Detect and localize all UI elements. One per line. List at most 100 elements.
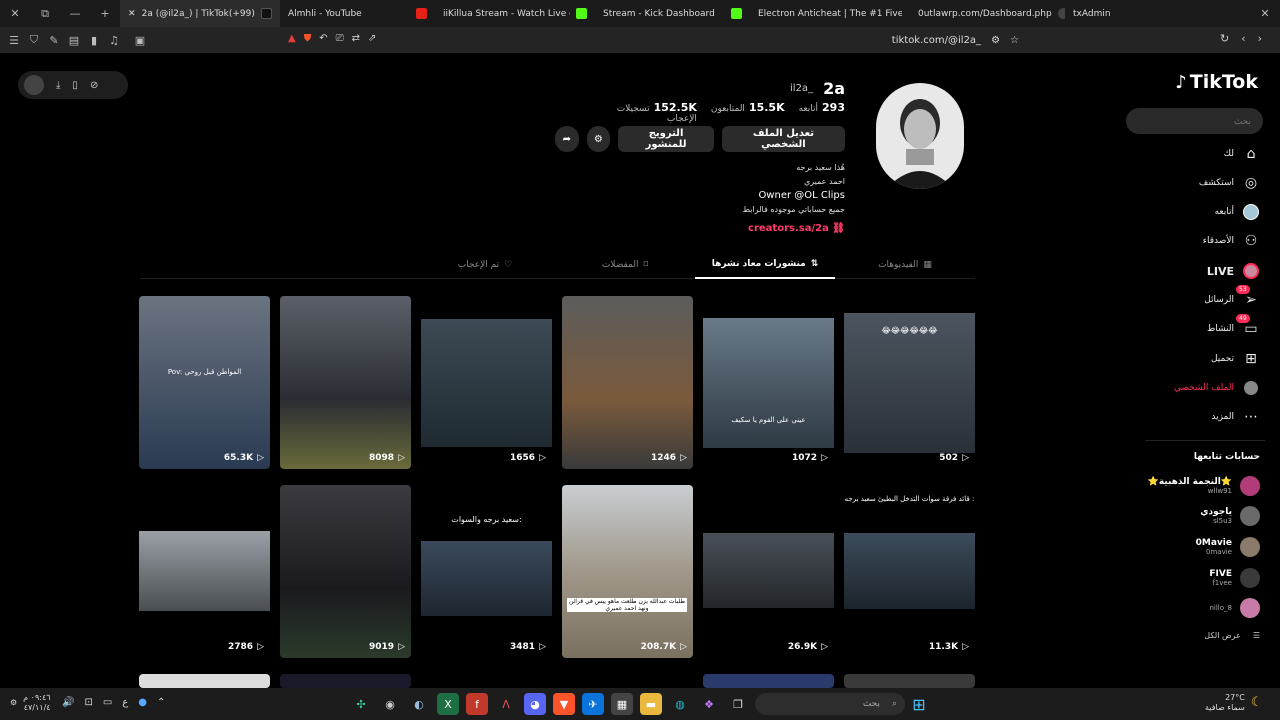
address-bar[interactable]: tiktok.com/@il2a_ ⚙ ☆ bbox=[282, 30, 1027, 50]
volume-icon[interactable]: 🔊 bbox=[62, 697, 74, 708]
tab-electron-anticheat[interactable]: Electron Anticheat | The #1 FiveM A bbox=[750, 0, 910, 27]
download-icon[interactable]: ⤓ bbox=[56, 80, 60, 91]
back-icon[interactable]: ↶ bbox=[319, 33, 327, 44]
tab-liked[interactable]: ♡ تم الإعجاب bbox=[415, 251, 555, 279]
bio-link-text[interactable]: creators.sa/2a bbox=[748, 223, 829, 234]
share-icon[interactable]: ➦ bbox=[555, 126, 579, 152]
sidebar-item-activity[interactable]: ▭ 49 النشاط bbox=[1140, 314, 1260, 340]
tab-actions-icon[interactable]: ⧉ bbox=[30, 7, 60, 21]
tab-favorites[interactable]: ⌑ المفضلات bbox=[555, 251, 695, 279]
sidebar-icon[interactable]: ▮ bbox=[84, 34, 104, 47]
tab-tiktok[interactable]: ✕ 2a (@il2a_) | TikTok(+99) bbox=[120, 0, 280, 27]
taskbar-search[interactable]: بحث ⌕ bbox=[755, 693, 905, 715]
brave-shield-icon[interactable]: ⛊ bbox=[304, 33, 312, 44]
copilot-icon[interactable]: ❖ bbox=[698, 693, 720, 715]
obs-icon[interactable]: ◉ bbox=[379, 693, 401, 715]
video-card[interactable] bbox=[703, 674, 834, 688]
app-icon[interactable]: ✣ bbox=[350, 693, 372, 715]
pen-icon[interactable]: ✎ bbox=[44, 34, 64, 47]
tab-youtube[interactable]: Almhli - YouTube bbox=[280, 0, 435, 27]
edit-profile-button[interactable]: تعديل الملف الشخصي bbox=[721, 126, 845, 152]
tab-outlawrp[interactable]: 0utlawrp.com/Dashboard.php bbox=[910, 0, 1065, 27]
sidebar-item-upload[interactable]: ⊞ تحميل bbox=[1140, 348, 1260, 370]
video-card[interactable]: طلبات عبدالله يزن طلعت ماهو يبس في قرائن… bbox=[562, 485, 693, 658]
new-tab-icon[interactable]: + bbox=[90, 7, 120, 20]
promote-post-button[interactable]: الترويج للمنشور bbox=[618, 126, 714, 152]
wallet-icon[interactable]: ▣ bbox=[130, 34, 150, 47]
video-card[interactable]: 2786 ▷ bbox=[139, 485, 270, 658]
stat-followers[interactable]: 15.5Kالمتابعون bbox=[711, 101, 785, 124]
microphone-icon[interactable]: ● bbox=[138, 697, 147, 708]
task-view-icon[interactable]: ❐ bbox=[727, 693, 749, 715]
back-arrow-icon[interactable]: ‹ bbox=[1241, 32, 1245, 45]
video-card[interactable]: سعيد برجه والسوات: 3481 ▷ bbox=[421, 485, 552, 658]
video-card[interactable]: Pov: المواطن قبل روحي 65.3K ▷ bbox=[139, 296, 270, 469]
close-tab-icon[interactable]: ✕ bbox=[128, 9, 136, 19]
minimize-icon[interactable]: — bbox=[60, 7, 90, 20]
following-account[interactable]: ياجودي sl5u3 bbox=[1140, 503, 1260, 529]
video-card[interactable]: 1656 ▷ bbox=[421, 296, 552, 469]
reload-icon[interactable]: ↻ bbox=[1220, 32, 1229, 45]
following-account[interactable]: 0Mavie 0mavie bbox=[1140, 534, 1260, 560]
video-card[interactable] bbox=[139, 674, 270, 688]
settings-gear-icon[interactable]: ⚙ bbox=[586, 126, 611, 152]
tiktok-logo[interactable]: ♪ TikTok bbox=[1175, 71, 1258, 93]
tab-reposts[interactable]: ⇅ منشورات معاد نشرها bbox=[695, 251, 835, 279]
translate-icon[interactable]: ⇄ bbox=[352, 33, 360, 44]
sidebar-item-messages[interactable]: ➢ 53 الرسائل bbox=[1140, 285, 1260, 311]
video-card[interactable]: 26.9K ▷ bbox=[703, 485, 834, 658]
warning-icon[interactable]: ▲ bbox=[288, 33, 296, 44]
video-card[interactable]: قائد فرقة سوات التدخل البطيئ سعيد برجه :… bbox=[844, 485, 975, 658]
profile-avatar[interactable] bbox=[876, 83, 964, 189]
discord-icon[interactable]: ◕ bbox=[524, 693, 546, 715]
calculator-icon[interactable]: ▦ bbox=[611, 693, 633, 715]
app-a-icon[interactable]: Λ bbox=[495, 693, 517, 715]
following-account[interactable]: FIVE f1vee bbox=[1140, 565, 1260, 591]
shield-icon[interactable]: ⛉ bbox=[24, 33, 44, 47]
music-icon[interactable]: ♫ bbox=[104, 34, 124, 47]
sidebar-item-live[interactable]: LIVE bbox=[1140, 260, 1260, 282]
video-card[interactable] bbox=[280, 674, 411, 688]
video-card[interactable] bbox=[844, 674, 975, 688]
excel-icon[interactable]: X bbox=[437, 693, 459, 715]
following-account[interactable]: ⭐النجمة الذهبية⭐ wllw91 bbox=[1140, 473, 1260, 499]
forward-arrow-icon[interactable]: › bbox=[1258, 32, 1262, 45]
brave-icon[interactable]: ▼ bbox=[553, 693, 575, 715]
language-indicator[interactable]: ع bbox=[122, 697, 128, 708]
bookmark-icon[interactable]: ☆ bbox=[1010, 35, 1019, 46]
menu-icon[interactable]: ☰ bbox=[4, 34, 24, 47]
tab-kick-dashboard[interactable]: Stream - Kick Dashboard bbox=[595, 0, 750, 27]
url-text[interactable]: tiktok.com/@il2a_ bbox=[892, 35, 981, 46]
phone-icon[interactable]: ▯ bbox=[72, 80, 78, 91]
compass-small-icon[interactable]: ⊘ bbox=[90, 80, 98, 91]
windows-start-icon[interactable]: ⊞ bbox=[908, 693, 930, 715]
sidebar-item-friends[interactable]: ⚇ الأصدقاء bbox=[1140, 230, 1260, 252]
tabs-icon[interactable]: ▤ bbox=[64, 34, 84, 47]
close-window-icon[interactable]: ✕ bbox=[0, 7, 30, 20]
stat-following[interactable]: 293أتابعه bbox=[799, 101, 845, 124]
sidebar-item-following[interactable]: أتابعه bbox=[1140, 201, 1260, 223]
reader-icon[interactable]: ⇗ bbox=[368, 33, 376, 44]
steam-icon[interactable]: ◐ bbox=[408, 693, 430, 715]
settings-gear-icon[interactable]: ⚙ bbox=[10, 698, 17, 708]
video-card[interactable]: 9019 ▷ bbox=[280, 485, 411, 658]
battery-icon[interactable]: ▭ bbox=[103, 697, 112, 708]
close-browser-icon[interactable]: ✕ bbox=[1250, 7, 1280, 20]
app-blue-icon[interactable]: ✈ bbox=[582, 693, 604, 715]
file-explorer-icon[interactable]: ▬ bbox=[640, 693, 662, 715]
following-account[interactable]: nillo_8 bbox=[1140, 595, 1260, 621]
video-card[interactable]: 😂😂😂😂😂😂 502 ▷ bbox=[844, 296, 975, 469]
sidebar-item-explore[interactable]: ◎ استكشف bbox=[1140, 172, 1260, 194]
tab-kick-stream[interactable]: iiKillua Stream - Watch Live on K bbox=[435, 0, 595, 27]
see-all-link[interactable]: ☰ عرض الكل bbox=[1204, 631, 1260, 640]
clock[interactable]: ⚙ ٠٩:٤٦ م ٤٧/١١/٤ bbox=[10, 693, 51, 713]
extension-avatar-icon[interactable] bbox=[24, 75, 44, 95]
tab-videos[interactable]: ▦ الفيديوهات bbox=[835, 251, 975, 279]
sidebar-item-profile[interactable]: الملف الشخصي bbox=[1140, 377, 1260, 399]
screenshot-icon[interactable]: ⎚ bbox=[336, 33, 344, 44]
site-settings-icon[interactable]: ⚙ bbox=[991, 35, 1000, 46]
weather-widget[interactable]: 27°C سماء صافية ☾ bbox=[1205, 693, 1262, 713]
edge-icon[interactable]: ◍ bbox=[669, 693, 691, 715]
sidebar-item-more[interactable]: ⋯ المزيد bbox=[1140, 406, 1260, 428]
video-card[interactable]: عيني على القوم يا سكيف 1072 ▷ bbox=[703, 296, 834, 469]
